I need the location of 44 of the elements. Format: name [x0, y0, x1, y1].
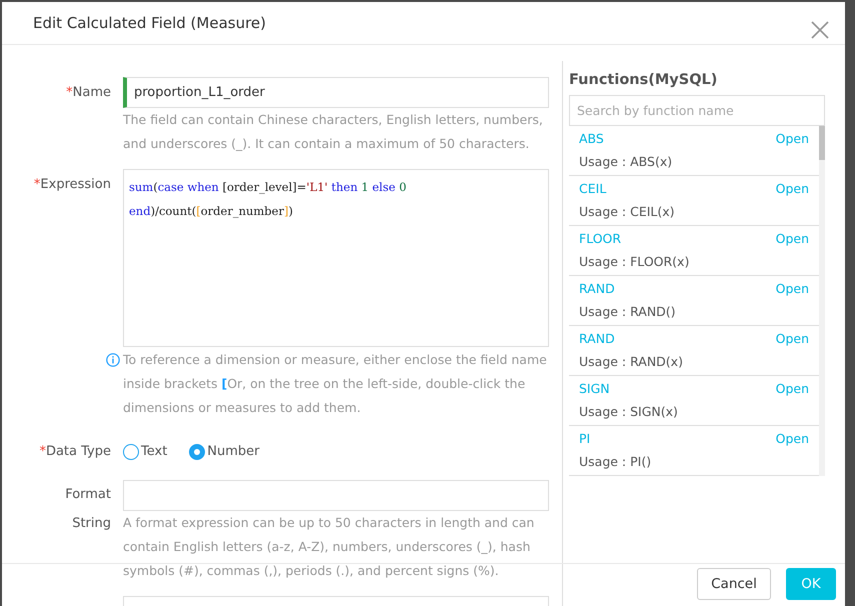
function-name[interactable]: ABS: [579, 130, 604, 146]
open-link[interactable]: Open: [776, 280, 809, 296]
open-link[interactable]: Open: [776, 180, 809, 196]
open-link[interactable]: Open: [776, 430, 809, 446]
dialog-title: Edit Calculated Field (Measure): [33, 14, 266, 32]
function-usage: Usage : PI(): [579, 454, 652, 469]
field-label: Expression: [40, 177, 111, 192]
open-link[interactable]: Open: [776, 130, 809, 146]
function-usage: Usage : RAND(): [579, 304, 676, 319]
required-marker: *: [66, 85, 73, 100]
function-usage: Usage : RAND(x): [579, 354, 683, 369]
search-field[interactable]: Search by function name: [569, 95, 825, 126]
function-usage: Usage : ABS(x): [579, 154, 672, 169]
help-text: The field can contain Chinese characters, English letters, numbers, and underscores (_). It can contain a maximum of 50 characters.: [123, 111, 544, 153]
scrollbar[interactable]: [819, 126, 825, 476]
function-name[interactable]: RAND: [579, 280, 615, 296]
required-marker: *: [34, 177, 40, 192]
open-link[interactable]: Open: [776, 330, 809, 346]
field-label: Format String: [64, 486, 111, 533]
field-label: Name: [72, 85, 111, 100]
panel-title: Functions(MySQL): [569, 71, 718, 90]
radio-option[interactable]: Number: [189, 444, 260, 460]
function-name[interactable]: SIGN: [579, 380, 610, 396]
function-usage: Usage : FLOOR(x): [579, 254, 690, 269]
name-input[interactable]: proportion_L1_order: [123, 77, 549, 108]
function-usage: Usage : CEIL(x): [579, 204, 675, 219]
help-text: To reference a dimension or measure, either enclose the field name inside brackets [Or, on the tree on the left-side, double-click the dimensions or measures to add them.: [123, 352, 547, 415]
close-icon[interactable]: [811, 21, 829, 39]
info-icon: [106, 353, 120, 367]
radio-option[interactable]: Text: [123, 444, 168, 460]
function-name[interactable]: RAND: [579, 330, 615, 346]
function-name[interactable]: CEIL: [579, 180, 606, 196]
open-link[interactable]: Open: [776, 380, 809, 396]
ok-button[interactable]: OK: [786, 568, 836, 600]
cancel-button[interactable]: Cancel: [697, 568, 771, 600]
open-link[interactable]: Open: [776, 230, 809, 246]
required-marker: *: [39, 444, 46, 459]
help-text: A format expression can be up to 50 characters in length and can contain English letters (a-z, A-Z), numbers, underscores (_), hash symbols (#), commas (,), periods (.), and percent signs (%).: [123, 514, 536, 580]
function-name[interactable]: FLOOR: [579, 230, 622, 246]
expression-editor[interactable]: sum(case when [order_level]='L1' then 1 else 0 end)/count([order_number]): [123, 169, 549, 347]
format-string-input[interactable]: [123, 480, 549, 511]
function-name[interactable]: PI: [579, 430, 590, 446]
field-label: Data Type: [46, 444, 111, 459]
function-usage: Usage : SIGN(x): [579, 404, 678, 419]
